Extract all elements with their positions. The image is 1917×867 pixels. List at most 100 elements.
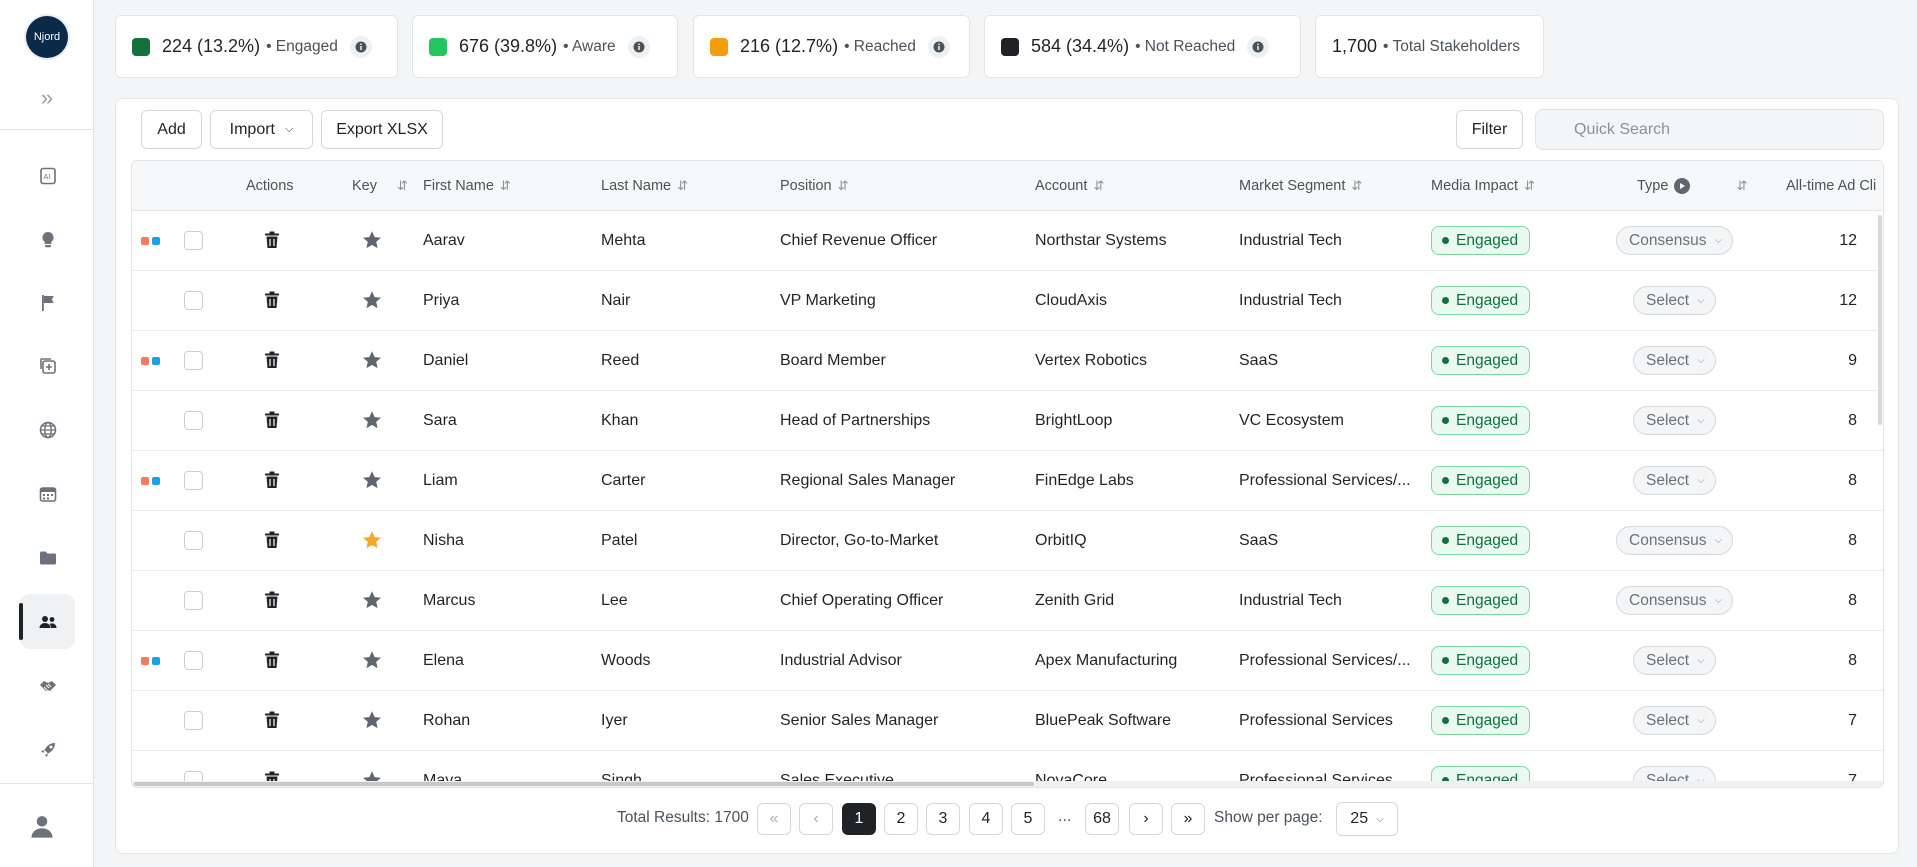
row-checkbox[interactable]	[184, 531, 203, 550]
horizontal-scrollbar[interactable]	[132, 781, 1883, 787]
info-icon[interactable]	[927, 35, 950, 58]
table-row[interactable]: Rohan Iyer Senior Sales Manager BluePeak So…	[132, 691, 1883, 751]
table-row[interactable]: Nisha Patel Director, Go-to-Market OrbitIQ S…	[132, 511, 1883, 571]
info-icon[interactable]	[627, 35, 650, 58]
table-row[interactable]: Priya Nair VP Marketing CloudAxis Industrial…	[132, 271, 1883, 331]
type-select[interactable]: Select ⌵	[1633, 286, 1716, 315]
sidebar-item-ai-report[interactable]: AI	[20, 148, 75, 203]
row-checkbox[interactable]	[184, 411, 203, 430]
delete-icon[interactable]	[264, 651, 282, 671]
sidebar-item-new-content[interactable]	[20, 338, 75, 393]
vertical-scrollbar[interactable]	[1877, 211, 1883, 461]
delete-icon[interactable]	[264, 231, 282, 251]
type-select[interactable]: Consensus ⌵	[1616, 226, 1734, 255]
per-page-select[interactable]: 25 ⌵	[1336, 802, 1398, 836]
next-page-button[interactable]: ›	[1129, 803, 1163, 835]
key-star-icon[interactable]	[361, 409, 383, 431]
prev-page-button[interactable]: ‹	[799, 803, 833, 835]
row-checkbox[interactable]	[184, 291, 203, 310]
sidebar-item-stakeholders[interactable]	[19, 594, 75, 649]
sidebar-item-files[interactable]	[20, 530, 75, 585]
row-checkbox[interactable]	[184, 231, 203, 250]
row-checkbox[interactable]	[184, 471, 203, 490]
table-row[interactable]: Marcus Lee Chief Operating Officer Zenith G…	[132, 571, 1883, 631]
type-select[interactable]: Select ⌵	[1633, 346, 1716, 375]
import-button[interactable]: Import ⌵	[210, 110, 313, 149]
page-button[interactable]: 2	[884, 803, 918, 835]
delete-icon[interactable]	[264, 711, 282, 731]
delete-icon[interactable]	[264, 591, 282, 611]
row-checkbox[interactable]	[184, 651, 203, 670]
export-xlsx-button[interactable]: Export XLSX	[321, 110, 443, 149]
delete-icon[interactable]	[264, 471, 282, 491]
add-button[interactable]: Add	[141, 110, 202, 149]
col-last-name[interactable]: Last Name ⇵	[601, 161, 688, 211]
col-key[interactable]: Key ⇵	[352, 161, 408, 211]
col-first-name[interactable]: First Name ⇵	[423, 161, 511, 211]
delete-icon[interactable]	[264, 411, 282, 431]
page-button-last[interactable]: 68	[1085, 803, 1119, 835]
sidebar-item-launch[interactable]	[20, 722, 75, 777]
sort-icon[interactable]: ⇵	[1093, 178, 1104, 194]
first-page-button[interactable]: «	[757, 803, 791, 835]
sidebar-item-campaigns[interactable]	[20, 275, 75, 330]
col-position[interactable]: Position ⇵	[780, 161, 849, 211]
table-row[interactable]: Elena Woods Industrial Advisor Apex Manufac…	[132, 631, 1883, 691]
col-account[interactable]: Account ⇵	[1035, 161, 1104, 211]
key-star-icon[interactable]	[361, 289, 383, 311]
key-star-icon[interactable]	[361, 529, 383, 551]
sort-icon[interactable]: ⇵	[500, 178, 511, 194]
type-select[interactable]: Select ⌵	[1633, 466, 1716, 495]
col-type[interactable]: Type ⇵	[1637, 161, 1747, 211]
key-star-icon[interactable]	[361, 649, 383, 671]
sort-icon[interactable]: ⇵	[1351, 178, 1362, 194]
type-select[interactable]: Consensus ⌵	[1616, 526, 1734, 555]
page-button[interactable]: 3	[926, 803, 960, 835]
user-avatar-icon[interactable]	[24, 808, 60, 844]
key-star-icon[interactable]	[361, 349, 383, 371]
expand-sidebar-icon[interactable]: »	[33, 84, 61, 112]
delete-icon[interactable]	[264, 531, 282, 551]
page-button[interactable]: 5	[1011, 803, 1045, 835]
type-select[interactable]: Select ⌵	[1633, 706, 1716, 735]
stat-label: • Engaged	[266, 37, 338, 55]
filter-button[interactable]: Filter	[1456, 110, 1523, 149]
key-star-icon[interactable]	[361, 469, 383, 491]
table-row[interactable]: Daniel Reed Board Member Vertex Robotics Saa…	[132, 331, 1883, 391]
table-row[interactable]: Liam Carter Regional Sales Manager FinEdge …	[132, 451, 1883, 511]
sidebar-item-insights[interactable]	[20, 212, 75, 267]
badge-label: Engaged	[1456, 711, 1519, 729]
col-ad-clicks[interactable]: All-time Ad Cli	[1786, 161, 1876, 211]
page-button[interactable]: 1	[842, 803, 876, 835]
sidebar-item-calendar[interactable]	[20, 466, 75, 521]
logo[interactable]: Njord	[26, 16, 68, 58]
info-icon[interactable]	[349, 35, 372, 58]
table-row[interactable]: Sara Khan Head of Partnerships BrightLoop VC…	[132, 391, 1883, 451]
sort-icon[interactable]: ⇵	[1736, 178, 1747, 194]
last-page-button[interactable]: »	[1171, 803, 1205, 835]
col-market-segment[interactable]: Market Segment ⇵	[1239, 161, 1362, 211]
row-checkbox[interactable]	[184, 591, 203, 610]
page-button[interactable]: 4	[969, 803, 1003, 835]
col-media-impact[interactable]: Media Impact ⇵	[1431, 161, 1535, 211]
sidebar-item-partners[interactable]	[20, 658, 75, 713]
delete-icon[interactable]	[264, 351, 282, 371]
key-star-icon[interactable]	[361, 229, 383, 251]
sort-icon[interactable]: ⇵	[1524, 178, 1535, 194]
delete-icon[interactable]	[264, 291, 282, 311]
sort-icon[interactable]: ⇵	[677, 178, 688, 194]
sidebar-item-media[interactable]	[20, 402, 75, 457]
type-select[interactable]: Select ⌵	[1633, 646, 1716, 675]
key-star-icon[interactable]	[361, 589, 383, 611]
info-icon[interactable]	[1247, 35, 1270, 58]
sort-icon[interactable]: ⇵	[397, 178, 408, 194]
row-checkbox[interactable]	[184, 351, 203, 370]
row-checkbox[interactable]	[184, 711, 203, 730]
type-select[interactable]: Consensus ⌵	[1616, 586, 1734, 615]
key-star-icon[interactable]	[361, 709, 383, 731]
table-row[interactable]: Aarav Mehta Chief Revenue Officer Northstar…	[132, 211, 1883, 271]
quick-search-input[interactable]	[1535, 109, 1884, 150]
play-info-icon[interactable]	[1674, 178, 1691, 194]
type-select[interactable]: Select ⌵	[1633, 406, 1716, 435]
sort-icon[interactable]: ⇵	[838, 178, 849, 194]
